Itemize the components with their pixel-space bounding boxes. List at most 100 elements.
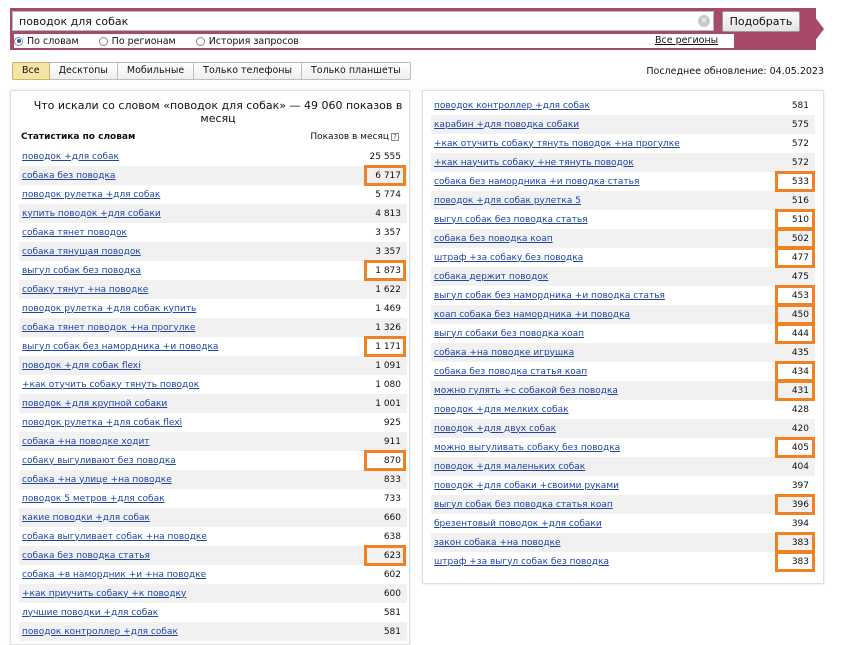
radio-dot-by-words[interactable] xyxy=(14,36,23,46)
tab-tablets-only[interactable]: Только планшеты xyxy=(301,62,411,80)
phrase-link[interactable]: поводок контроллер +для собак xyxy=(22,627,178,637)
right-rows-list: поводок контроллер +для собак 581 карабин … xyxy=(431,96,815,572)
phrase-link[interactable]: собака +на поводке игрушка xyxy=(434,348,574,358)
phrase-link[interactable]: поводок +для мелких собак xyxy=(434,405,569,415)
phrase-link[interactable]: поводок +для маленьких собак xyxy=(434,462,585,472)
table-row: поводок рулетка +для собак купить 1 469 xyxy=(19,299,407,318)
shows-count: 572 xyxy=(791,138,809,149)
tab-desktops[interactable]: Десктопы xyxy=(49,62,118,80)
device-tabs: Все Десктопы Мобильные Только телефоны Т… xyxy=(12,62,411,80)
table-row: собака +на улице +на поводке 833 xyxy=(19,470,407,489)
words-stats-panel-continued: поводок контроллер +для собак 581 карабин … xyxy=(422,90,824,584)
phrase-link[interactable]: коап собака без намордника +и поводка xyxy=(434,310,630,320)
table-row: поводок +для собаки +своими руками 397 xyxy=(431,476,815,495)
help-icon[interactable]: ? xyxy=(391,133,399,141)
tab-mobile[interactable]: Мобильные xyxy=(117,62,195,80)
table-row: поводок +для двух собак 420 xyxy=(431,419,815,438)
table-row: собака +на поводке ходит 911 xyxy=(19,432,407,451)
radio-dot-by-regions[interactable] xyxy=(98,36,108,46)
phrase-link[interactable]: штраф +за собаку без поводка xyxy=(434,253,583,263)
shows-count: 1 873 xyxy=(375,265,401,276)
shows-count: 6 717 xyxy=(375,170,401,181)
radio-label-by-regions: По регионам xyxy=(111,35,176,47)
shows-count: 5 774 xyxy=(375,189,401,200)
phrase-link[interactable]: собака +на улице +на поводке xyxy=(22,475,172,485)
table-row: выгул собак без поводка 1 873 xyxy=(19,260,407,281)
phrase-link[interactable]: поводок рулетка +для собак xyxy=(22,190,160,200)
phrase-link[interactable]: какие поводки +для собак xyxy=(22,513,150,523)
shows-count: 581 xyxy=(383,626,401,637)
phrase-link[interactable]: выгул собаки без поводка коап xyxy=(434,329,584,339)
phrase-link[interactable]: собаку выгуливают без поводка xyxy=(22,456,176,466)
phrase-link[interactable]: купить поводок +для собаки xyxy=(22,209,161,219)
submit-button[interactable]: Подобрать xyxy=(722,11,800,32)
shows-count: 477 xyxy=(791,252,809,263)
phrase-link[interactable]: поводок 5 метров +для собак xyxy=(22,494,165,504)
shows-count: 404 xyxy=(791,461,809,472)
shows-count: 1 001 xyxy=(375,398,401,409)
phrase-link[interactable]: собака без поводка коап xyxy=(434,234,553,244)
all-regions-link[interactable]: Все регионы xyxy=(655,35,719,46)
phrase-link[interactable]: +как приучить собаку +к поводку xyxy=(22,589,186,599)
phrase-link[interactable]: поводок +для собак flexi xyxy=(22,361,141,371)
shows-count: 396 xyxy=(791,499,809,510)
phrase-link[interactable]: поводок +для собаки +своими руками xyxy=(434,481,619,491)
phrase-link[interactable]: брезентовый поводок +для собаки xyxy=(434,519,602,529)
search-input[interactable] xyxy=(12,11,714,31)
phrase-link[interactable]: поводок +для собак xyxy=(22,152,119,162)
search-mode-radios: По словам По регионам История запросов xyxy=(14,34,734,48)
phrase-link[interactable]: +как отучить собаку тянуть поводок xyxy=(22,380,199,390)
phrase-link[interactable]: поводок контроллер +для собак xyxy=(434,101,590,111)
phrase-link[interactable]: +как отучить собаку тянуть поводок +на п… xyxy=(434,139,680,149)
clear-icon[interactable]: × xyxy=(698,15,710,27)
radio-history[interactable]: История запросов xyxy=(195,36,299,47)
phrase-link[interactable]: поводок рулетка +для собак flexi xyxy=(22,418,182,428)
phrase-link[interactable]: поводок рулетка +для собак купить xyxy=(22,304,196,314)
phrase-link[interactable]: собака без поводка xyxy=(22,171,115,181)
phrase-link[interactable]: поводок +для двух собак xyxy=(434,424,556,434)
phrase-link[interactable]: собака тянущая поводок xyxy=(22,247,141,257)
phrase-link[interactable]: выгул собак без поводка статья коап xyxy=(434,500,613,510)
radio-by-words[interactable]: По словам xyxy=(14,36,79,47)
phrase-link[interactable]: выгул собак без намордника +и поводка xyxy=(22,342,218,352)
tab-all[interactable]: Все xyxy=(12,62,50,80)
shows-count: 420 xyxy=(791,423,809,434)
table-row: какие поводки +для собак 660 xyxy=(19,508,407,527)
phrase-link[interactable]: можно гулять +с собакой без поводка xyxy=(434,386,618,396)
table-row: поводок +для собак flexi 1 091 xyxy=(19,356,407,375)
phrase-link[interactable]: можно выгуливать собаку без поводка xyxy=(434,443,620,453)
phrase-link[interactable]: поводок +для собак рулетка 5 xyxy=(434,196,581,206)
radio-by-regions[interactable]: По регионам xyxy=(98,35,176,47)
phrase-link[interactable]: собака без поводка статья коап xyxy=(434,367,587,377)
column-header-words: Статистика по словам xyxy=(21,132,136,142)
shows-count: 475 xyxy=(791,271,809,282)
shows-count: 925 xyxy=(383,417,401,428)
phrase-link[interactable]: собака +в намордник +и +на поводке xyxy=(22,570,206,580)
shows-count: 1 080 xyxy=(375,379,401,390)
phrase-link[interactable]: лучшие поводки +для собак xyxy=(22,608,158,618)
shows-count: 510 xyxy=(791,214,809,225)
radio-dot-history[interactable] xyxy=(195,36,205,46)
phrase-link[interactable]: собака держит поводок xyxy=(434,272,548,282)
shows-count: 870 xyxy=(383,455,401,466)
phrase-link[interactable]: собака выгуливает собак +на поводке xyxy=(22,532,207,542)
phrase-link[interactable]: собака +на поводке ходит xyxy=(22,437,150,447)
phrase-link[interactable]: собака тянет поводок xyxy=(22,228,127,238)
table-row: +как отучить собаку тянуть поводок +на п… xyxy=(431,134,815,153)
phrase-link[interactable]: закон собака +на поводке xyxy=(434,538,561,548)
phrase-link[interactable]: собака без намордника +и поводка статья xyxy=(434,177,639,187)
phrase-link[interactable]: +как научить собаку +не тянуть поводок xyxy=(434,158,634,168)
tab-phones-only[interactable]: Только телефоны xyxy=(194,62,302,80)
column-header-shows: Показов в месяц? xyxy=(310,132,399,142)
phrase-link[interactable]: штраф +за выгул собак без поводка xyxy=(434,557,609,567)
phrase-link[interactable]: выгул собак без поводка статья xyxy=(434,215,588,225)
phrase-link[interactable]: выгул собак без намордника +и поводка ст… xyxy=(434,291,665,301)
phrase-link[interactable]: поводок +для крупной собаки xyxy=(22,399,167,409)
phrase-link[interactable]: карабин +для поводка собаки xyxy=(434,120,579,130)
shows-count: 431 xyxy=(791,385,809,396)
phrase-link[interactable]: собака без поводка статья xyxy=(22,551,150,561)
phrase-link[interactable]: собаку тянут +на поводке xyxy=(22,285,148,295)
table-row: поводок +для крупной собаки 1 001 xyxy=(19,394,407,413)
phrase-link[interactable]: собака тянет поводок +на прогулке xyxy=(22,323,195,333)
phrase-link[interactable]: выгул собак без поводка xyxy=(22,266,141,276)
